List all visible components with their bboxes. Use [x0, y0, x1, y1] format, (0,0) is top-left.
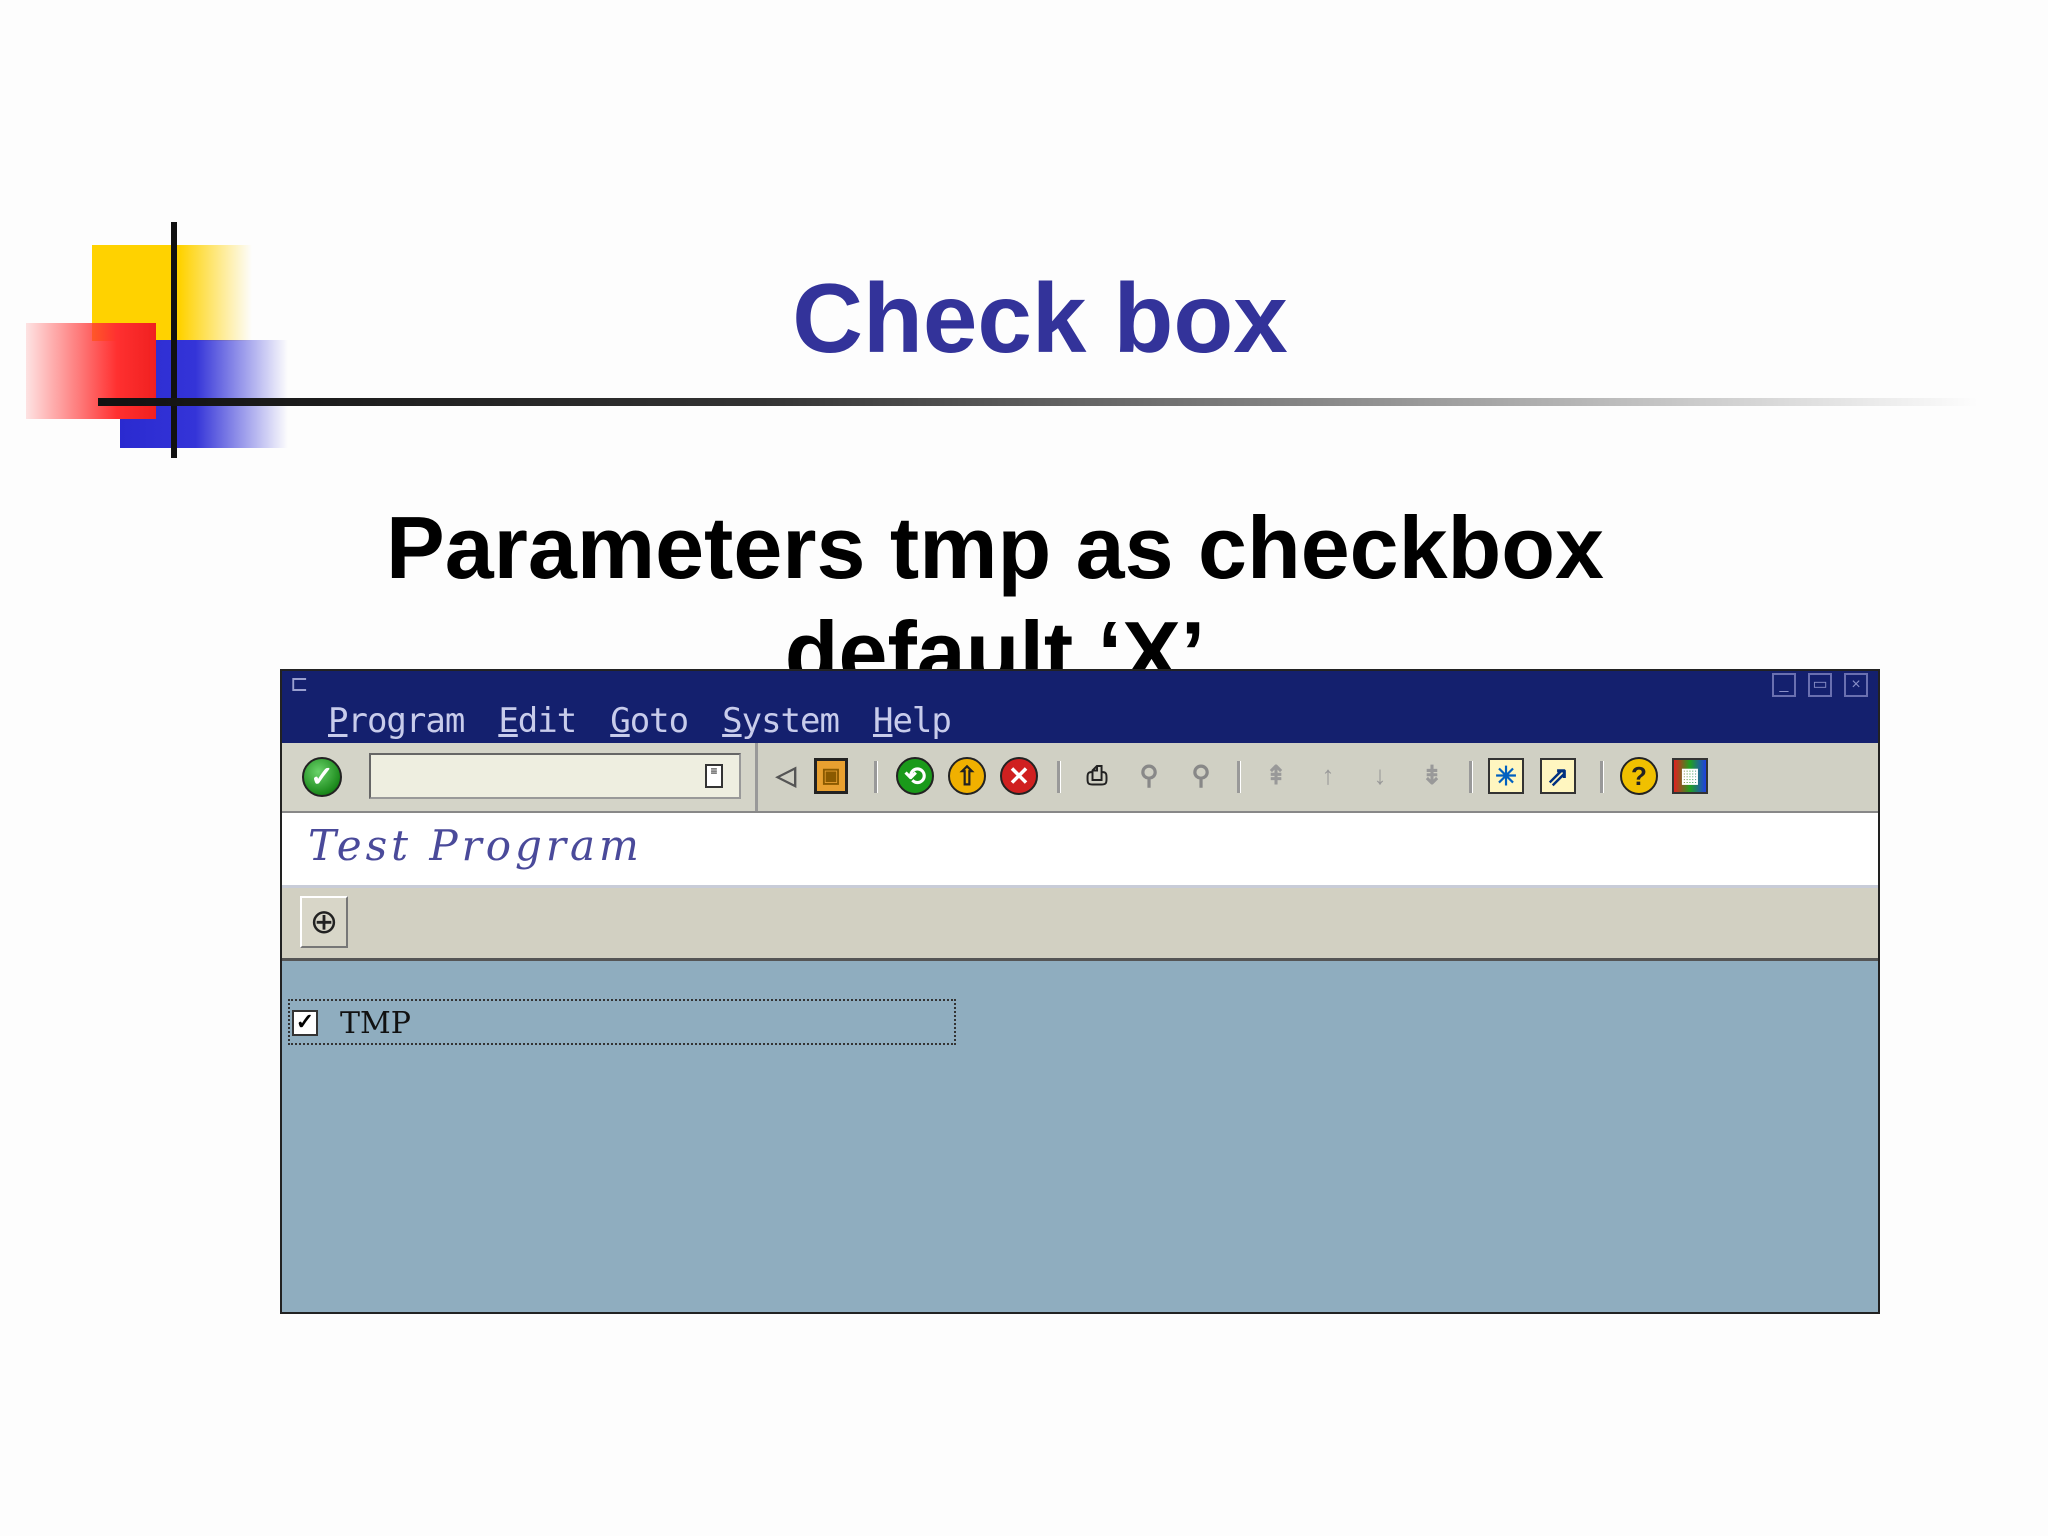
menu-program[interactable]: Program	[328, 701, 465, 741]
first-page-icon[interactable]: ⇞	[1257, 755, 1295, 797]
maximize-icon[interactable]: ▭	[1808, 673, 1832, 697]
customize-layout-icon[interactable]: ▦	[1672, 758, 1708, 794]
minimize-icon[interactable]: _	[1772, 673, 1796, 697]
command-area: ✓ ≡	[282, 743, 758, 811]
standard-toolbar: ✓ ≡ ◁ ▣ ⟲ ⇧ ✕ ⎙ ⚲ ⚲ ⇞ ↑ ↓ ⇟ ✳ ⇗ ? ▦	[282, 743, 1878, 813]
create-shortcut-icon[interactable]: ⇗	[1540, 758, 1576, 794]
new-session-icon[interactable]: ✳	[1488, 758, 1524, 794]
next-page-icon[interactable]: ↓	[1361, 755, 1399, 797]
find-next-icon[interactable]: ⚲	[1182, 755, 1220, 797]
save-icon[interactable]: ▣	[814, 758, 848, 794]
toolbar-separator	[1600, 761, 1604, 793]
system-menu-icon[interactable]: ⊏	[290, 673, 312, 695]
application-toolbar: ⊕	[282, 888, 1878, 961]
find-icon[interactable]: ⚲	[1130, 755, 1168, 797]
window-controls: _ ▭ ×	[1772, 673, 1868, 697]
menu-goto[interactable]: Goto	[610, 701, 689, 741]
toolbar-separator	[1469, 761, 1473, 793]
menu-help[interactable]: Help	[873, 701, 952, 741]
parameter-tmp-row[interactable]: ✓ TMP	[288, 999, 956, 1045]
program-title: Test Program	[308, 821, 643, 870]
execute-clock-icon: ⊕	[309, 903, 339, 941]
close-icon[interactable]: ×	[1844, 673, 1868, 697]
print-icon[interactable]: ⎙	[1078, 755, 1116, 797]
cancel-icon[interactable]: ✕	[1000, 757, 1038, 795]
window-titlebar: ⊏ _ ▭ × Program Edit Goto System Help	[282, 671, 1878, 743]
previous-page-icon[interactable]: ↑	[1309, 755, 1347, 797]
tmp-label: TMP	[340, 1006, 411, 1041]
sap-window: ⊏ _ ▭ × Program Edit Goto System Help ✓ …	[280, 669, 1880, 1314]
help-icon[interactable]: ?	[1620, 757, 1658, 795]
menu-bar: Program Edit Goto System Help	[328, 701, 952, 741]
command-history-icon[interactable]: ≡	[705, 764, 723, 788]
program-title-bar: Test Program	[282, 813, 1878, 888]
last-page-icon[interactable]: ⇟	[1413, 755, 1451, 797]
execute-button[interactable]: ⊕	[300, 896, 348, 948]
tmp-checkbox[interactable]: ✓	[292, 1010, 318, 1036]
menu-system[interactable]: System	[722, 701, 840, 741]
toolbar-separator	[874, 761, 878, 793]
exit-icon[interactable]: ⇧	[948, 757, 986, 795]
toolbar-separator	[1237, 761, 1241, 793]
back-arrow-icon[interactable]: ◁	[767, 755, 805, 797]
command-field[interactable]	[369, 753, 741, 799]
selection-screen: ✓ TMP	[282, 961, 1878, 1312]
back-icon[interactable]: ⟲	[896, 757, 934, 795]
slide-title: Check box	[792, 263, 1288, 373]
enter-icon[interactable]: ✓	[302, 757, 342, 797]
toolbar-separator	[1057, 761, 1061, 793]
title-underline	[98, 398, 1978, 406]
menu-edit[interactable]: Edit	[498, 701, 577, 741]
